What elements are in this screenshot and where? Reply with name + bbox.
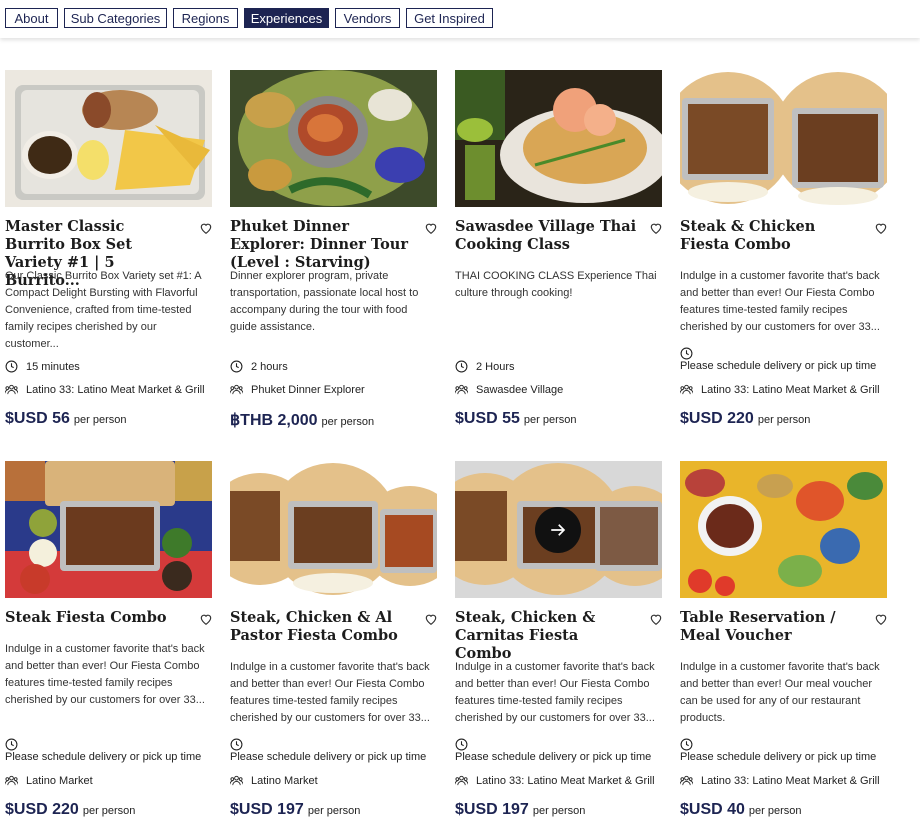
tab-regions[interactable]: Regions: [173, 8, 238, 28]
heart-icon[interactable]: [649, 221, 663, 235]
carnitas-trays-photo[interactable]: [455, 461, 662, 598]
clock-row: [680, 347, 887, 360]
table-spread-photo[interactable]: [680, 461, 887, 598]
vendor-row: Latino 33: Latino Meat Market & Grill: [680, 383, 887, 396]
group-icon: [455, 774, 468, 787]
vendor-name[interactable]: Latino Market: [26, 775, 93, 787]
card-title[interactable]: Sawasdee Village Thai Cooking Class: [455, 218, 637, 254]
vendor-row: Phuket Dinner Explorer: [230, 383, 437, 396]
clock-row: [230, 738, 437, 751]
group-icon: [680, 774, 693, 787]
group-icon: [230, 383, 243, 396]
pad-thai-photo[interactable]: [455, 70, 662, 207]
al-pastor-trays-photo[interactable]: [230, 461, 437, 598]
price: $USD 55 per person: [455, 410, 577, 427]
duration-row: 2 Hours: [455, 360, 662, 373]
clock-icon: [455, 360, 468, 373]
clock-row: [455, 738, 662, 751]
tab-sub-categories[interactable]: Sub Categories: [64, 8, 167, 28]
card-title[interactable]: Steak & Chicken Fiesta Combo: [680, 218, 862, 254]
heart-icon[interactable]: [424, 221, 438, 235]
vendor-row: Sawasdee Village: [455, 383, 662, 396]
clock-icon: [230, 360, 243, 373]
vendor-row: Latino Market: [230, 774, 437, 787]
tab-vendors[interactable]: Vendors: [335, 8, 400, 28]
vendor-name[interactable]: Latino 33: Latino Meat Market & Grill: [26, 384, 205, 396]
price: $USD 197 per person: [230, 801, 361, 818]
card-title[interactable]: Steak, Chicken & Carnitas Fiesta Combo: [455, 609, 637, 663]
price: $USD 197 per person: [455, 801, 586, 818]
next-arrow-button[interactable]: [535, 507, 581, 553]
heart-icon[interactable]: [874, 221, 888, 235]
clock-icon: [230, 738, 243, 751]
duration-row: 15 minutes: [5, 360, 212, 373]
thai-salad-photo[interactable]: [230, 70, 437, 207]
arrow-right-icon: [551, 524, 566, 536]
heart-icon[interactable]: [649, 612, 663, 626]
card-description: Indulge in a customer favorite that's ba…: [230, 661, 430, 724]
clock-icon: [5, 360, 18, 373]
clock-icon: [455, 738, 468, 751]
vendor-row: Latino 33: Latino Meat Market & Grill: [455, 774, 662, 787]
card-description: Our Classic Burrito Box Variety set #1: …: [5, 270, 202, 350]
vendor-name[interactable]: Latino 33: Latino Meat Market & Grill: [701, 775, 880, 787]
tab-about[interactable]: About: [5, 8, 58, 28]
card-description: THAI COOKING CLASS Experience Thai cultu…: [455, 270, 657, 299]
duration-text: 2 Hours: [476, 360, 515, 373]
group-icon: [230, 774, 243, 787]
card-title[interactable]: Steak, Chicken & Al Pastor Fiesta Combo: [230, 609, 412, 645]
card-description: Dinner explorer program, private transpo…: [230, 270, 419, 333]
price: ฿THB 2,000 per person: [230, 412, 375, 429]
clock-icon: [680, 347, 693, 360]
group-icon: [5, 774, 18, 787]
group-icon: [5, 383, 18, 396]
card-title[interactable]: Table Reservation / Meal Voucher: [680, 609, 862, 645]
card-description: Indulge in a customer favorite that's ba…: [680, 270, 880, 333]
duration-row: 2 hours: [230, 360, 437, 373]
fiesta-trays-photo[interactable]: [680, 70, 887, 207]
vendor-row: Latino 33: Latino Meat Market & Grill: [680, 774, 887, 787]
duration-text: Please schedule delivery or pick up time: [680, 360, 877, 372]
vendor-name[interactable]: Sawasdee Village: [476, 384, 563, 396]
clock-icon: [5, 738, 18, 751]
card-title[interactable]: Phuket Dinner Explorer: Dinner Tour (Lev…: [230, 218, 412, 272]
duration-text: Please schedule delivery or pick up time: [5, 751, 202, 763]
vendor-row: Latino Market: [5, 774, 212, 787]
price: $USD 40 per person: [680, 801, 802, 818]
card-title[interactable]: Steak Fiesta Combo: [5, 609, 187, 627]
heart-icon[interactable]: [874, 612, 888, 626]
top-nav-bar: About Sub Categories Regions Experiences…: [0, 0, 920, 38]
clock-icon: [680, 738, 693, 751]
duration-text: 15 minutes: [26, 360, 80, 373]
clock-row: [5, 738, 212, 751]
heart-icon[interactable]: [199, 612, 213, 626]
duration-text: Please schedule delivery or pick up time: [680, 751, 877, 763]
card-description: Indulge in a customer favorite that's ba…: [5, 643, 205, 706]
price: $USD 220 per person: [5, 801, 136, 818]
price: $USD 56 per person: [5, 410, 127, 427]
card-description: Indulge in a customer favorite that's ba…: [680, 661, 880, 724]
vendor-name[interactable]: Latino 33: Latino Meat Market & Grill: [701, 384, 880, 396]
card-description: Indulge in a customer favorite that's ba…: [455, 661, 655, 724]
heart-icon[interactable]: [424, 612, 438, 626]
price: $USD 220 per person: [680, 410, 811, 427]
clock-row: [680, 738, 887, 751]
group-icon: [680, 383, 693, 396]
duration-text: 2 hours: [251, 360, 288, 373]
vendor-row: Latino 33: Latino Meat Market & Grill: [5, 383, 212, 396]
heart-icon[interactable]: [199, 221, 213, 235]
tab-get-inspired[interactable]: Get Inspired: [406, 8, 493, 28]
vendor-name[interactable]: Phuket Dinner Explorer: [251, 384, 365, 396]
group-icon: [455, 383, 468, 396]
duration-text: Please schedule delivery or pick up time: [230, 751, 427, 763]
duration-text: Please schedule delivery or pick up time: [455, 751, 652, 763]
steak-fiesta-photo[interactable]: [5, 461, 212, 598]
burrito-photo[interactable]: [5, 70, 212, 207]
tab-experiences[interactable]: Experiences: [244, 8, 329, 28]
vendor-name[interactable]: Latino 33: Latino Meat Market & Grill: [476, 775, 655, 787]
vendor-name[interactable]: Latino Market: [251, 775, 318, 787]
